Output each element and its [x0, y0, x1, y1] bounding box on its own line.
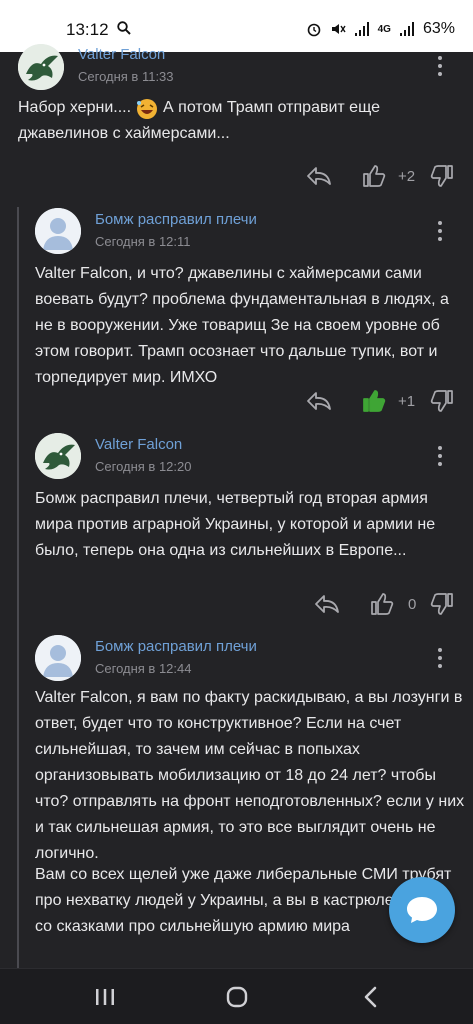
thumbs-up-icon[interactable] [362, 164, 386, 188]
default-user-avatar[interactable] [35, 208, 81, 254]
more-options-icon[interactable] [437, 56, 443, 76]
home-button[interactable] [222, 985, 252, 1009]
reply-icon[interactable] [314, 592, 340, 616]
thumbs-up-icon[interactable] [362, 389, 386, 413]
status-icons: 4G 63% [306, 20, 455, 38]
comment-date: Сегодня в 12:20 [95, 459, 192, 474]
signal-icon [399, 22, 414, 36]
laughing-emoji [135, 96, 159, 120]
comment-author[interactable]: Бомж расправил плечи [95, 638, 257, 655]
alarm-icon [307, 23, 320, 37]
mute-icon [331, 24, 346, 34]
chat-button[interactable] [389, 877, 455, 943]
reply-icon[interactable] [306, 164, 332, 188]
comment-date: Сегодня в 11:33 [78, 69, 174, 84]
reply-icon[interactable] [306, 389, 332, 413]
comment-date: Сегодня в 12:11 [95, 234, 191, 249]
comment-actions: +1 [306, 389, 456, 417]
rating-count: +1 [398, 393, 416, 410]
back-button[interactable] [356, 985, 386, 1009]
thumbs-up-icon[interactable] [370, 592, 394, 616]
status-bar: 13:12 4G 63% [0, 0, 473, 52]
thumbs-down-icon[interactable] [430, 164, 454, 188]
comment-actions: +2 [306, 164, 456, 192]
thumbs-down-icon[interactable] [430, 592, 454, 616]
search-icon [117, 21, 131, 35]
comment-text: Набор херни.... А потом Трамп отправит ещ… [18, 95, 458, 147]
battery-percent: 63% [422, 20, 455, 37]
rating-count: +2 [398, 168, 416, 185]
comment-date: Сегодня в 12:44 [95, 661, 192, 676]
comment-actions: 0 [314, 592, 456, 620]
back-icon [364, 986, 377, 1008]
system-navigation-bar [0, 968, 473, 1024]
rating-count: 0 [408, 596, 417, 613]
comment-text: Valter Falcon, и что? джавелины с хаймер… [35, 265, 449, 386]
comment-author[interactable]: Valter Falcon [95, 436, 182, 453]
comment-author[interactable]: Valter Falcon [78, 46, 165, 63]
comment-author[interactable]: Бомж расправил плечи [95, 211, 257, 228]
more-options-icon[interactable] [437, 648, 443, 668]
eagle-avatar[interactable] [35, 433, 81, 479]
eagle-avatar[interactable] [18, 44, 64, 90]
home-icon [226, 986, 248, 1008]
comment-text: Valter Falcon, я вам по факту раскидываю… [35, 689, 465, 862]
recent-apps-icon [96, 989, 114, 1005]
recent-apps-button[interactable] [90, 985, 120, 1009]
signal-icon [354, 22, 369, 36]
thumbs-down-icon[interactable] [430, 389, 454, 413]
reply-thread-line [17, 207, 19, 987]
chat-bubble-icon [407, 897, 437, 923]
more-options-icon[interactable] [437, 221, 443, 241]
more-options-icon[interactable] [437, 446, 443, 466]
network-label: 4G [377, 23, 391, 35]
status-time: 13:12 [66, 20, 109, 39]
comment-text: Бомж расправил плечи, четвертый год втор… [35, 490, 436, 559]
default-user-avatar[interactable] [35, 635, 81, 681]
